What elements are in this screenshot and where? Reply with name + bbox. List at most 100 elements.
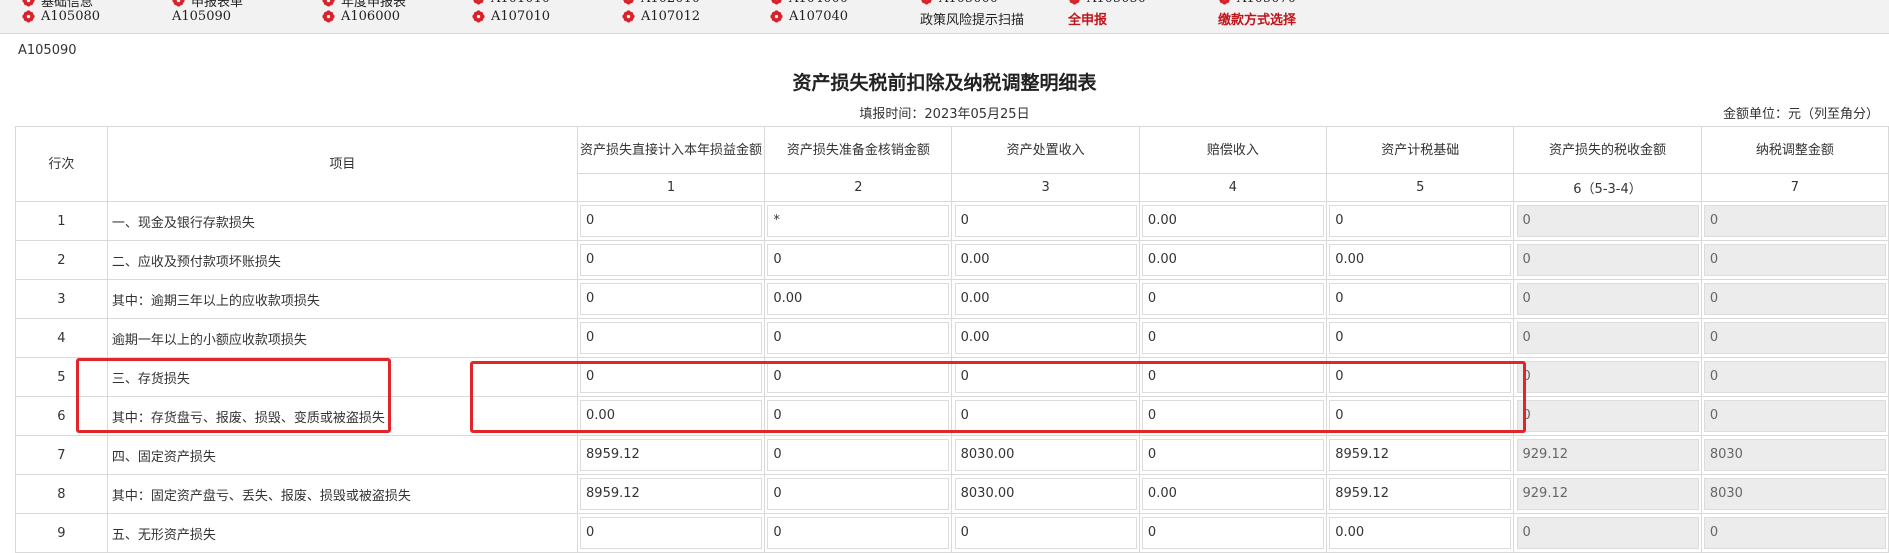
nav-item-3[interactable]: A107010 [472,9,550,24]
readonly-amount-field: 0 [1704,322,1886,354]
amount-input[interactable]: 0 [1142,517,1324,549]
row-number: 4 [16,319,108,358]
amount-input[interactable]: 0 [580,205,762,237]
value-cell: 8959.12 [1327,436,1514,475]
value-cell: 0 [1701,397,1888,436]
nav-item-top-4[interactable]: A102010 [622,0,700,6]
amount-input[interactable]: 0.00 [1329,244,1511,276]
amount-input[interactable]: 0 [1142,361,1324,393]
amount-input[interactable]: 0 [955,400,1137,432]
amount-input[interactable]: 0 [767,478,949,510]
value-cell: 0.00 [952,319,1139,358]
value-cell: 0 [1514,280,1701,319]
amount-input[interactable]: 0.00 [1142,244,1324,276]
nav-item-label: A105050 [1087,0,1146,6]
amount-input[interactable]: 8959.12 [580,439,762,471]
nav-item-top-7[interactable]: A105050 [1068,0,1146,6]
amount-input[interactable]: 0 [580,283,762,315]
nav-item-label: A106000 [341,9,400,24]
value-cell: 0 [1514,319,1701,358]
fill-time-text: 填报时间：2023年05月25日 [0,103,1889,122]
value-cell: 0 [765,436,952,475]
nav-item-1[interactable]: A105090 [172,9,231,24]
amount-input[interactable]: 0 [767,244,949,276]
amount-input[interactable]: 0.00 [1329,517,1511,549]
amount-input[interactable]: 0 [1329,283,1511,315]
amount-input[interactable]: * [767,205,949,237]
amount-input[interactable]: 8030.00 [955,439,1137,471]
nav-item-7[interactable]: 全申报 [1068,9,1107,28]
nav-item-4[interactable]: A107012 [622,9,700,24]
readonly-amount-field: 929.12 [1517,439,1699,471]
row-item-label: 逾期一年以上的小额应收款项损失 [107,319,577,358]
amount-input[interactable]: 8959.12 [1329,478,1511,510]
amount-input[interactable]: 0.00 [580,400,762,432]
value-cell: 0.00 [1327,514,1514,553]
amount-input[interactable]: 0 [767,400,949,432]
readonly-amount-field: 8030 [1704,439,1886,471]
amount-input[interactable]: 0 [767,439,949,471]
amount-input[interactable]: 0 [767,361,949,393]
readonly-amount-field: 0 [1517,517,1699,549]
header-row-number: 行次 [16,127,108,202]
row-number: 3 [16,280,108,319]
value-cell: 0 [1139,397,1326,436]
form-code-label: A105090 [18,43,77,58]
amount-input[interactable]: 0 [1142,322,1324,354]
amount-input[interactable]: 0 [955,205,1137,237]
row-item-label: 其中：固定资产盘亏、丢失、报废、损毁或被盗损失 [107,475,577,514]
amount-input[interactable]: 0 [580,361,762,393]
nav-item-8[interactable]: 缴款方式选择 [1218,9,1296,28]
value-cell: 0 [1514,241,1701,280]
amount-input[interactable]: 0 [580,517,762,549]
amount-input[interactable]: 8030.00 [955,478,1137,510]
amount-input[interactable]: 0.00 [955,283,1137,315]
amount-input[interactable]: 0 [955,517,1137,549]
flower-icon [770,0,783,5]
readonly-amount-field: 0 [1517,322,1699,354]
value-cell: 0.00 [577,397,764,436]
nav-item-top-5[interactable]: A104000 [770,0,848,6]
amount-input[interactable]: 8959.12 [580,478,762,510]
value-cell: 0 [1701,241,1888,280]
nav-item-top-8[interactable]: A105070 [1218,0,1296,6]
amount-input[interactable]: 0.00 [1142,478,1324,510]
amount-input[interactable]: 0 [1142,283,1324,315]
header-col-6: 资产损失的税收金额 [1514,127,1701,174]
nav-item-label: A104000 [789,0,848,6]
amount-input[interactable]: 0.00 [767,283,949,315]
amount-input[interactable]: 0.00 [1142,205,1324,237]
amount-input[interactable]: 0 [1142,400,1324,432]
amount-input[interactable]: 0 [580,322,762,354]
amount-input[interactable]: 0 [580,244,762,276]
row-number: 2 [16,241,108,280]
amount-input[interactable]: 0 [1329,361,1511,393]
value-cell: * [765,202,952,241]
amount-input[interactable]: 0 [1329,205,1511,237]
value-cell: 0 [952,514,1139,553]
header-col-1: 资产损失直接计入本年损益金额 [577,127,764,174]
nav-item-top-6[interactable]: A105000 [920,0,998,6]
value-cell: 0 [1701,280,1888,319]
amount-input[interactable]: 8959.12 [1329,439,1511,471]
nav-item-label: 全申报 [1068,9,1107,28]
value-cell: 0 [952,397,1139,436]
value-cell: 0 [765,358,952,397]
amount-input[interactable]: 0 [1329,400,1511,432]
value-cell: 0.00 [1139,241,1326,280]
flower-icon [622,0,635,5]
nav-item-0[interactable]: A105080 [22,9,100,24]
amount-input[interactable]: 0.00 [955,244,1137,276]
amount-input[interactable]: 0 [767,322,949,354]
value-cell: 0.00 [1139,475,1326,514]
nav-item-5[interactable]: A107040 [770,9,848,24]
row-number: 6 [16,397,108,436]
amount-input[interactable]: 0 [955,361,1137,393]
amount-input[interactable]: 0 [1142,439,1324,471]
amount-input[interactable]: 0.00 [955,322,1137,354]
nav-item-6[interactable]: 政策风险提示扫描 [920,9,1024,28]
amount-input[interactable]: 0 [767,517,949,549]
nav-item-2[interactable]: A106000 [322,9,400,24]
nav-item-top-3[interactable]: A101010 [472,0,550,6]
amount-input[interactable]: 0 [1329,322,1511,354]
